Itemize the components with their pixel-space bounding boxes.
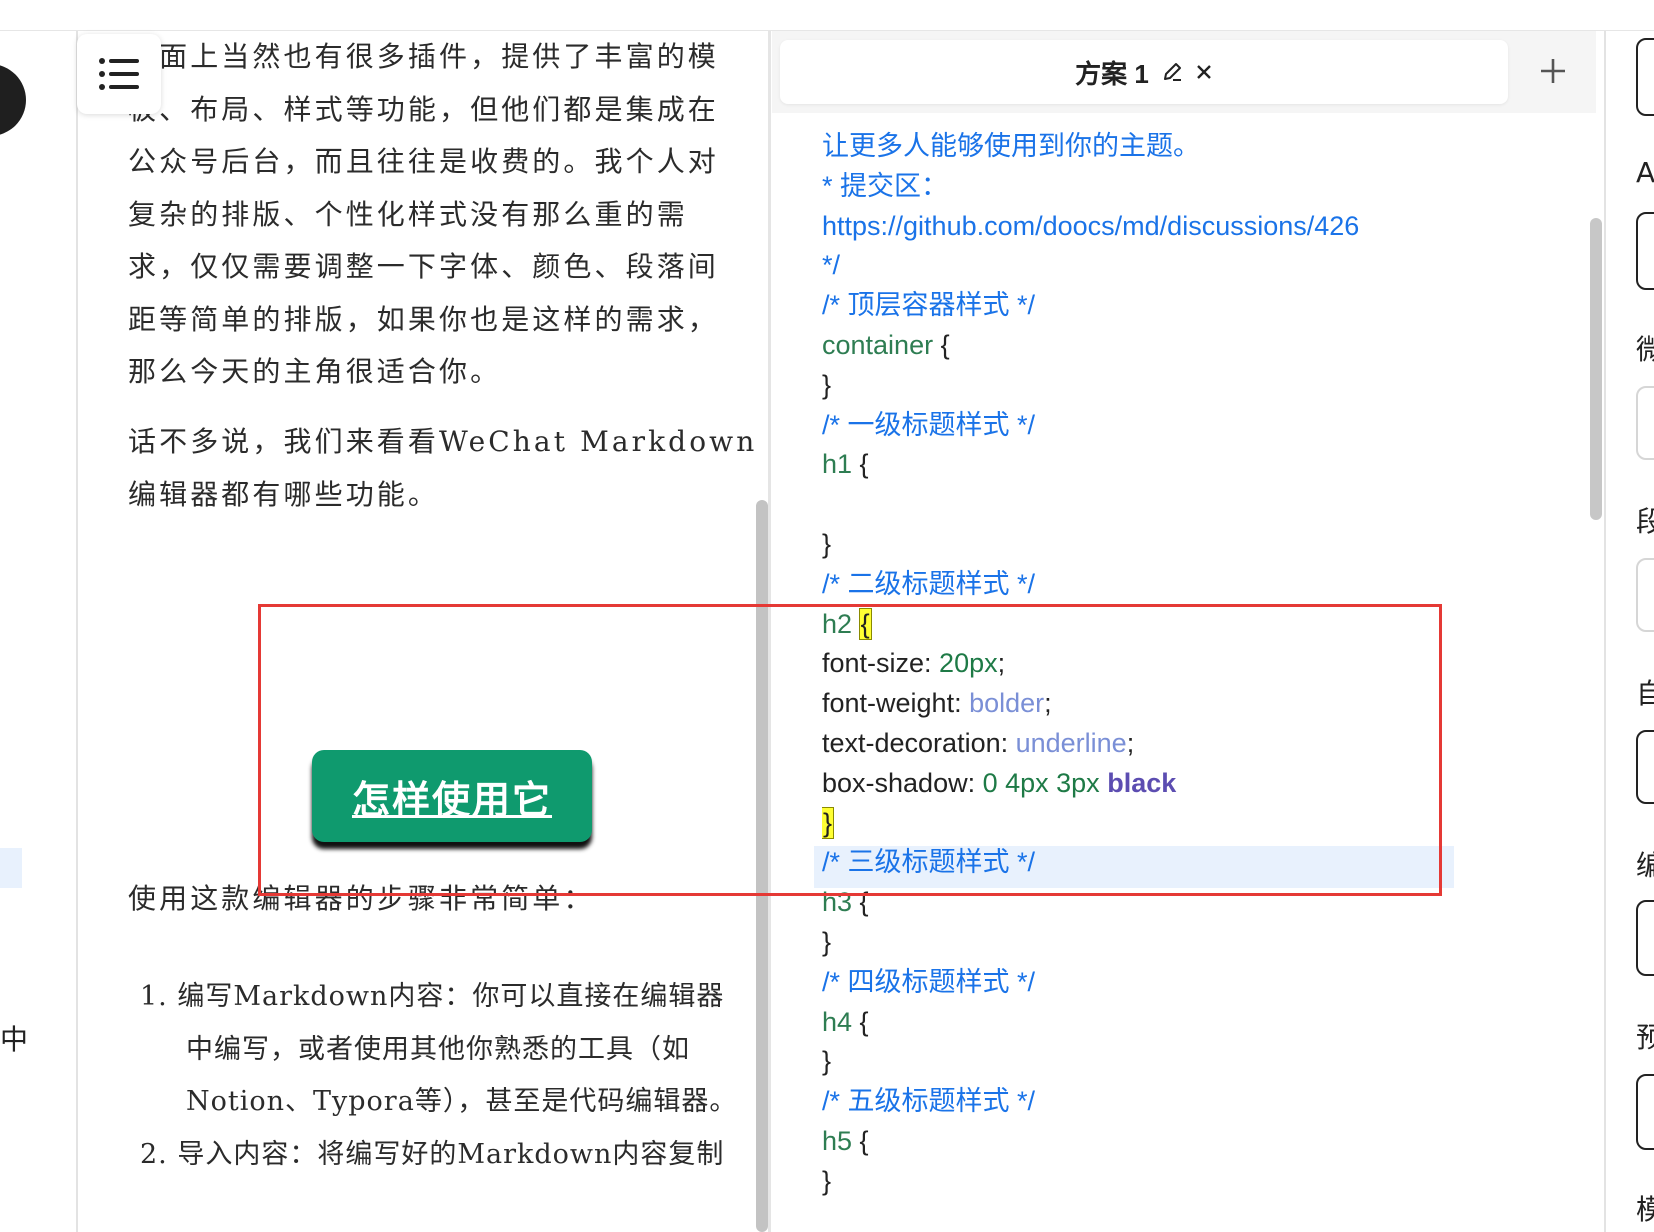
list-item-line: Notion、Typora等），甚至是代码编辑器。 [186,1086,738,1117]
list-icon [99,58,139,90]
code-line: /* 四级标题样式 */ [822,961,1035,1003]
code-line: } [822,364,831,406]
code-token: 让更多人能够使用到你的主题。 [822,131,1200,161]
editor-scrollbar[interactable] [1590,218,1602,520]
list-item-line: 2. 导入内容：将编写好的Markdown内容复制 [140,1138,725,1170]
code-token: { [933,330,950,360]
code-line: container { [822,324,950,366]
code-line: h5 { [822,1120,869,1162]
code-line: /* 顶层容器样式 */ [822,284,1035,326]
code-token: h1 [822,449,853,480]
code-token: { [852,1126,869,1156]
annotation-highlight-box [258,604,1442,896]
tab-label: 方案 1 [1075,58,1149,89]
settings-control-6[interactable] [1636,900,1654,976]
edit-pencil-icon[interactable] [1161,61,1183,83]
code-token: * 提交区： [822,170,949,201]
code-line: * 提交区： [822,165,948,207]
settings-label-3: 段 [1636,505,1654,538]
code-token: } [822,529,832,559]
code-token: https://github.com/doocs/md/discussions/… [822,210,1360,241]
settings-control-7[interactable] [1636,1074,1654,1150]
settings-control-5[interactable] [1636,730,1654,804]
sidebar-active-item[interactable] [0,848,22,888]
settings-label-6: 预 [1636,1021,1654,1054]
settings-control-3[interactable] [1636,386,1654,460]
code-token: /* 二级标题样式 */ [822,568,1036,599]
paragraph-line: 编辑器都有哪些功能。 [128,477,440,511]
code-token: } [822,927,832,957]
code-token: } [822,1165,832,1196]
settings-control-4[interactable] [1636,558,1654,632]
code-token: } [822,369,832,400]
paragraph-line: 话不多说，我们来看看WeChat Markdown [128,425,756,458]
tab-plan-1[interactable]: 方案 1 [780,40,1508,104]
code-line: h4 { [822,1001,869,1043]
settings-label-2: 微 [1636,333,1654,366]
code-token: /* 一级标题样式 */ [822,409,1036,440]
code-token: /* 顶层容器样式 */ [822,290,1036,321]
code-token: h5 [822,1126,853,1156]
code-line: 让更多人能够使用到你的主题。 [822,125,1200,167]
code-line: /* 二级标题样式 */ [822,563,1035,605]
code-line: } [822,1160,831,1202]
list-item-line: 1. 编写Markdown内容：你可以直接在编辑器 [140,981,725,1012]
preview-ordered-list: 1. 编写Markdown内容：你可以直接在编辑器中编写，或者使用其他你熟悉的工… [140,971,737,1181]
paragraph-line: 公众号后台，而且往往是收费的。我个人对 [128,145,719,178]
code-token: { [852,1006,869,1037]
code-line: https://github.com/doocs/md/discussions/… [822,205,1359,247]
code-line: h1 { [822,443,869,485]
code-line: } [822,1040,831,1082]
code-token: /* 四级标题样式 */ [822,966,1036,997]
code-token: { [852,449,869,480]
sidebar-partial-text: 中 [0,1023,29,1056]
list-item-line: 中编写，或者使用其他你熟悉的工具（如 [186,1033,690,1065]
settings-control-1[interactable] [1636,38,1654,116]
settings-label-1: A [1636,156,1654,189]
code-line: } [822,921,831,963]
settings-label-5: 编 [1636,849,1654,882]
plus-icon [1541,59,1565,83]
paragraph-line: 那么今天的主角很适合你。 [128,355,502,388]
code-token: /* 五级标题样式 */ [822,1086,1036,1117]
paragraph-line: 距等简单的排版，如果你也是这样的需求， [128,302,719,336]
code-token: } [822,1046,832,1077]
paragraph-line: 板、布局、样式等功能，但他们都是集成在 [128,92,719,126]
code-token: h4 [822,1006,853,1037]
settings-label-4: 自 [1636,677,1654,710]
paragraph-line: 复杂的排版、个性化样式没有那么重的需 [128,197,688,231]
toc-button[interactable] [77,34,161,114]
paragraph-line: 市面上当然也有很多插件，提供了丰富的模 [128,40,719,73]
code-line: /* 五级标题样式 */ [822,1080,1035,1122]
add-tab-button[interactable] [1530,48,1576,94]
code-token: */ [822,250,841,281]
code-line: } [822,523,831,565]
code-token: container [822,330,934,360]
paragraph-line: 求，仅仅需要调整一下字体、颜色、段落间 [128,250,719,283]
code-line: /* 一级标题样式 */ [822,404,1035,446]
preview-paragraph-1: 市面上当然也有很多插件，提供了丰富的模 板、布局、样式等功能，但他们都是集成在 公众… [128,31,719,399]
preview-paragraph-2: 话不多说，我们来看看WeChat Markdown 编辑器都有哪些功能。 [128,416,756,521]
settings-label-7: 模 [1636,1193,1654,1226]
code-line: */ [822,244,840,286]
settings-control-2[interactable] [1636,212,1654,290]
close-icon[interactable] [1195,63,1213,81]
